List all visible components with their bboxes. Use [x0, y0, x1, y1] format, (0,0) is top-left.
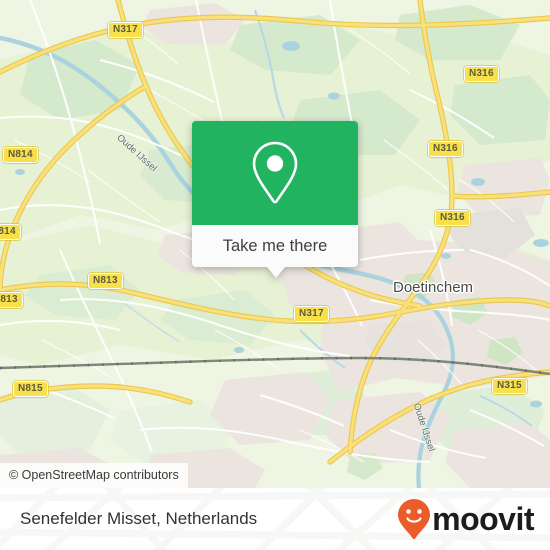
location-title: Senefelder Misset, Netherlands	[20, 509, 258, 528]
moovit-smiley-pin-icon	[398, 499, 431, 539]
map-canvas[interactable]: Doetinchem Oude IJssel Oude IJssel N317 …	[0, 0, 550, 488]
road-shield-n317-center[interactable]: N317	[294, 306, 329, 322]
road-shield-n316-south[interactable]: N316	[435, 210, 470, 226]
location-popup-card[interactable]: Take me there	[192, 121, 358, 278]
road-shield-n315[interactable]: N315	[492, 378, 527, 394]
road-shield-n814-edge[interactable]: N814	[0, 224, 21, 240]
road-shield-n317-north[interactable]: N317	[108, 22, 143, 38]
road-shield-n813-edge[interactable]: N813	[0, 292, 23, 308]
road-shield-n316-mid[interactable]: N316	[428, 141, 463, 157]
moovit-wordmark: moovit	[432, 500, 534, 537]
popup-pointer-tail	[267, 267, 285, 278]
road-shield-n815[interactable]: N815	[13, 381, 48, 397]
osm-attribution[interactable]: © OpenStreetMap contributors	[0, 463, 188, 488]
road-shield-n813-mid[interactable]: N813	[88, 273, 123, 289]
map-pin-icon	[252, 141, 298, 204]
popup-header	[192, 121, 358, 225]
road-shield-n814-west[interactable]: N814	[3, 147, 38, 163]
footer-bar: Senefelder Misset, Netherlands moovit	[0, 488, 550, 550]
place-label-doetinchem: Doetinchem	[393, 279, 474, 296]
moovit-logo[interactable]: moovit	[397, 498, 534, 540]
road-shield-n316-north[interactable]: N316	[464, 66, 499, 82]
map-screenshot: Doetinchem Oude IJssel Oude IJssel N317 …	[0, 0, 550, 550]
take-me-there-button[interactable]: Take me there	[192, 225, 358, 267]
